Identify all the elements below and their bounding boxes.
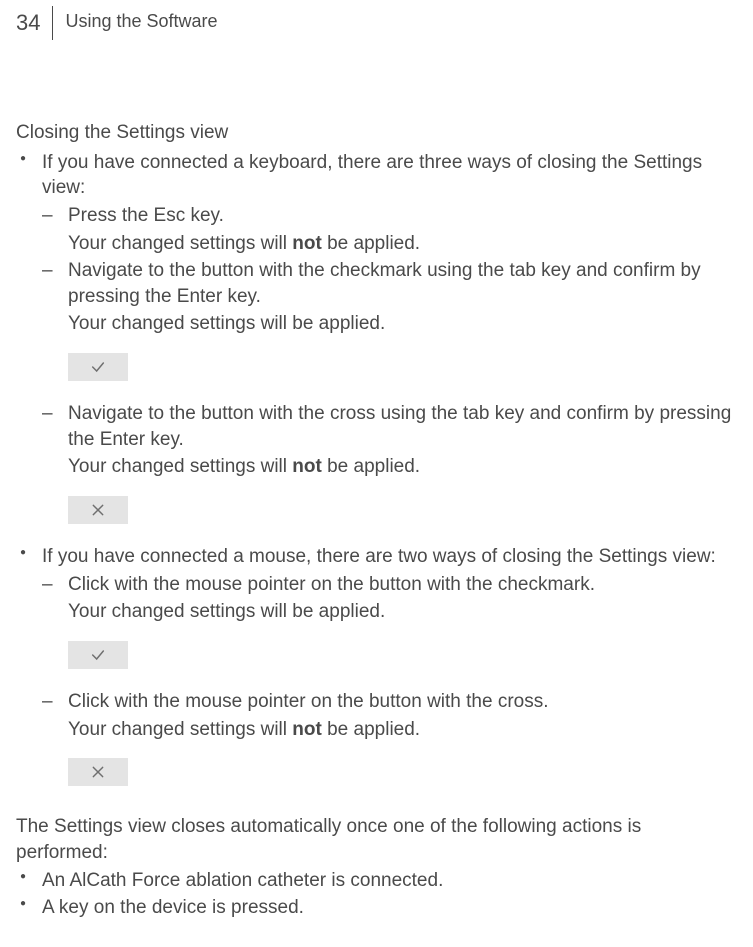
mouse-check-item: Click with the mouse pointer on the butt… bbox=[42, 572, 737, 687]
kb-check-line2: Your changed settings will be applied. bbox=[68, 311, 737, 337]
mouse-check-line1: Click with the mouse pointer on the butt… bbox=[68, 572, 737, 598]
bullet-mouse: If you have connected a mouse, there are… bbox=[16, 544, 737, 804]
mouse-cross-line2: Your changed settings will not be applie… bbox=[68, 717, 737, 743]
kb-cross-line2: Your changed settings will not be applie… bbox=[68, 454, 737, 480]
cross-button[interactable] bbox=[68, 758, 128, 786]
mouse-cross-line1: Click with the mouse pointer on the butt… bbox=[68, 689, 737, 715]
kb-esc-line2: Your changed settings will not be applie… bbox=[68, 231, 737, 257]
auto-close-intro: The Settings view closes automatically o… bbox=[16, 814, 737, 865]
kb-check-item: Navigate to the button with the checkmar… bbox=[42, 258, 737, 399]
page-number: 34 bbox=[16, 8, 40, 38]
kb-check-line1: Navigate to the button with the checkmar… bbox=[68, 258, 737, 309]
kb-cross-item: Navigate to the button with the cross us… bbox=[42, 401, 737, 542]
keyboard-intro: If you have connected a keyboard, there … bbox=[42, 150, 737, 201]
cross-icon bbox=[90, 502, 106, 518]
page-header: 34 Using the Software bbox=[16, 8, 737, 40]
kb-cross-line1: Navigate to the button with the cross us… bbox=[68, 401, 737, 452]
auto-close-item: A key on the device is pressed. bbox=[16, 895, 737, 921]
header-divider bbox=[52, 6, 53, 40]
checkmark-button[interactable] bbox=[68, 641, 128, 669]
cross-button[interactable] bbox=[68, 496, 128, 524]
mouse-cross-item: Click with the mouse pointer on the butt… bbox=[42, 689, 737, 804]
bullet-keyboard: If you have connected a keyboard, there … bbox=[16, 150, 737, 542]
top-bullet-list: If you have connected a keyboard, there … bbox=[16, 150, 737, 805]
auto-close-item: An AlCath Force ablation catheter is con… bbox=[16, 868, 737, 894]
mouse-intro: If you have connected a mouse, there are… bbox=[42, 544, 737, 570]
kb-esc-line1: Press the Esc key. bbox=[68, 203, 737, 229]
cross-icon bbox=[90, 764, 106, 780]
auto-close-list: An AlCath Force ablation catheter is con… bbox=[16, 868, 737, 921]
mouse-check-line2: Your changed settings will be applied. bbox=[68, 599, 737, 625]
kb-esc-item: Press the Esc key. Your changed settings… bbox=[42, 203, 737, 256]
checkmark-icon bbox=[90, 359, 106, 375]
checkmark-icon bbox=[90, 647, 106, 663]
checkmark-button[interactable] bbox=[68, 353, 128, 381]
section-title: Closing the Settings view bbox=[16, 120, 737, 146]
chapter-title: Using the Software bbox=[65, 8, 217, 33]
mouse-sublist: Click with the mouse pointer on the butt… bbox=[42, 572, 737, 805]
keyboard-sublist: Press the Esc key. Your changed settings… bbox=[42, 203, 737, 542]
